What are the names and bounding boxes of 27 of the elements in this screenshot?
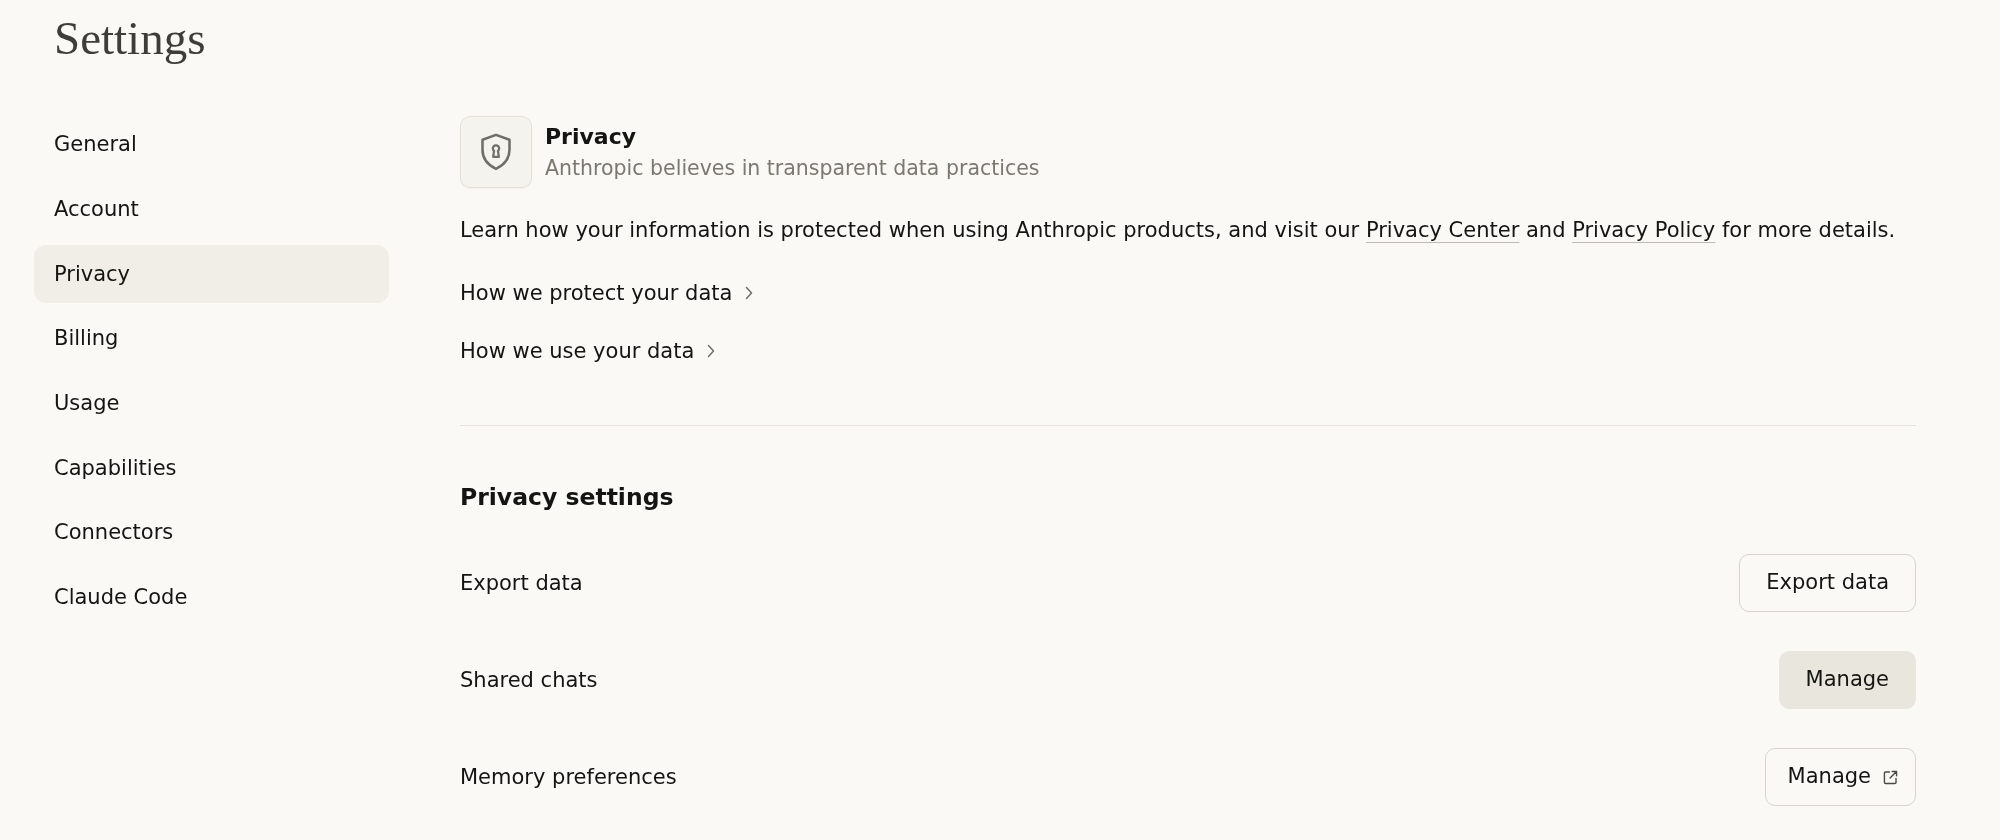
chevron-right-icon [707,344,716,358]
chevron-right-icon [745,286,754,300]
row-button[interactable]: Manage [1764,748,1916,806]
section-heading: Privacy settings [460,482,675,513]
intro-paragraph: Learn how your information is protected when using Anthropic products, and visit our Privacy Center and Privacy Policy for more details. [460,217,1897,244]
inline-link[interactable]: Privacy Policy [1572,218,1716,242]
row-button[interactable]: Export data [1739,554,1916,612]
sidebar-item[interactable]: Connectors [34,504,389,563]
sidebar-item[interactable]: General [34,116,389,174]
info-link[interactable]: How we protect your data [460,278,754,308]
sidebar-item[interactable]: Capabilities [34,439,389,498]
sidebar-item[interactable]: Claude Code [34,568,389,627]
row-button[interactable]: Manage [1778,651,1916,709]
section-title: Privacy [545,123,638,151]
shield-icon [460,116,532,188]
sidebar-item[interactable]: Privacy [34,245,389,304]
setting-label: Shared chats [460,667,598,694]
sidebar-item[interactable]: Billing [34,310,389,369]
sidebar-item[interactable]: Usage [34,374,389,433]
setting-label: Memory preferences [460,764,677,791]
sidebar-item[interactable]: Account [34,180,389,239]
page-title: Settings [54,15,206,62]
section-subtitle: Anthropic believes in transparent data practices [545,155,1040,182]
setting-label: Export data [460,570,583,597]
external-link-icon [1882,768,1899,786]
inline-link[interactable]: Privacy Center [1365,218,1520,242]
info-link[interactable]: How we use your data [460,336,716,366]
